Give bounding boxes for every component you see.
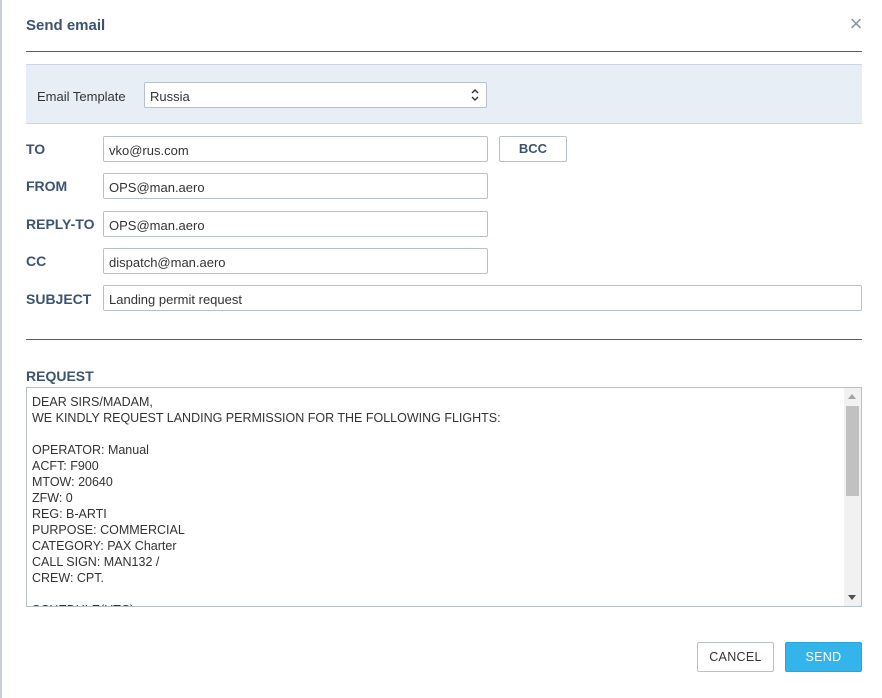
scroll-thumb[interactable] — [846, 406, 859, 496]
email-template-bar: Email Template Russia — [26, 64, 862, 124]
subject-field[interactable]: Landing permit request — [103, 285, 862, 311]
email-template-select[interactable]: Russia — [144, 82, 487, 108]
request-textarea[interactable]: DEAR SIRS/MADAM, WE KINDLY REQUEST LANDI… — [26, 387, 862, 607]
from-field[interactable]: OPS@man.aero — [103, 173, 488, 199]
reply-to-field[interactable]: OPS@man.aero — [103, 211, 488, 237]
select-arrows-icon — [471, 89, 479, 101]
send-email-dialog: Send email × Email Template Russia TO vk… — [0, 0, 882, 698]
scroll-up-icon[interactable] — [848, 394, 856, 399]
cc-label: CC — [26, 253, 47, 269]
reply-to-label: REPLY-TO — [26, 216, 95, 232]
request-scrollbar[interactable] — [844, 388, 861, 606]
request-label: REQUEST — [26, 368, 94, 384]
bcc-button[interactable]: BCC — [499, 136, 567, 162]
request-body: DEAR SIRS/MADAM, WE KINDLY REQUEST LANDI… — [32, 395, 501, 606]
close-icon[interactable]: × — [847, 13, 865, 35]
request-divider — [26, 339, 862, 340]
cancel-button[interactable]: CANCEL — [697, 642, 774, 672]
to-label: TO — [26, 141, 46, 157]
cc-field[interactable]: dispatch@man.aero — [103, 248, 488, 274]
to-field[interactable]: vko@rus.com — [103, 136, 488, 162]
send-button[interactable]: SEND — [785, 642, 862, 672]
subject-label: SUBJECT — [26, 291, 92, 307]
scroll-down-icon[interactable] — [848, 595, 856, 600]
email-template-value: Russia — [150, 89, 190, 104]
email-template-label: Email Template — [37, 89, 126, 104]
dialog-title: Send email — [26, 17, 106, 34]
header-divider — [26, 51, 862, 52]
from-label: FROM — [26, 178, 68, 194]
